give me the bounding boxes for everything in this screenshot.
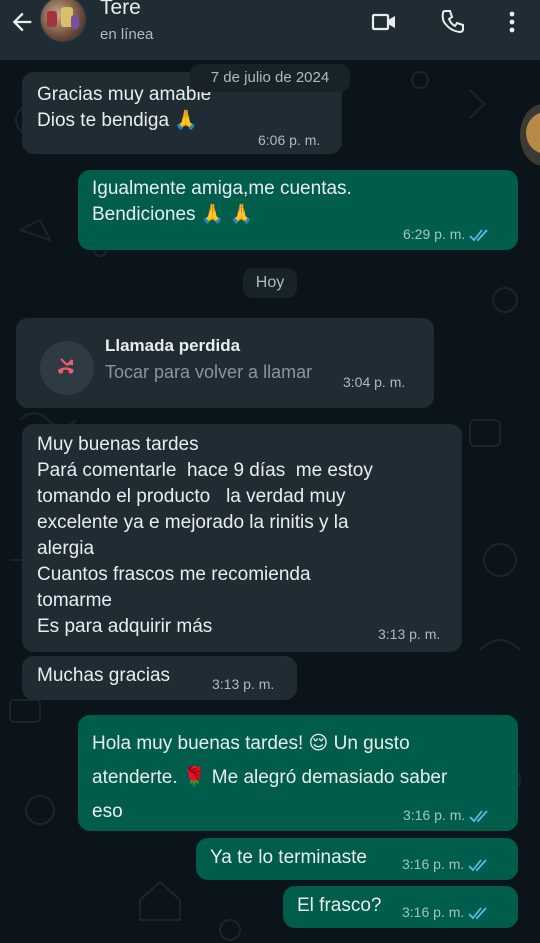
message-time: 6:06 p. m.	[258, 132, 321, 148]
message-text: Ya te lo terminaste	[210, 847, 368, 868]
message-time-with-ticks: 3:16 p. m.	[402, 856, 490, 872]
phone-icon[interactable]	[438, 8, 466, 36]
message-text: Muy buenas tardes Pará comentarle hace 9…	[37, 434, 373, 637]
message-time-with-ticks: 3:16 p. m.	[403, 807, 491, 823]
message-text: Gracias muy amable Dios te bendiga 🙏	[37, 84, 212, 131]
read-ticks-icon	[469, 810, 488, 823]
missed-call-icon-container	[40, 341, 94, 395]
message-time: 3:16 p. m.	[403, 807, 466, 823]
missed-call-title: Llamada perdida	[105, 336, 241, 355]
message-time: 3:13 p. m.	[212, 676, 275, 692]
message-time-with-ticks: 6:29 p. m.	[403, 226, 491, 242]
message-bubble-outgoing[interactable]: El frasco? 3:16 p. m.	[283, 886, 518, 928]
read-ticks-icon	[468, 907, 487, 920]
message-bubble-outgoing[interactable]: Ya te lo terminaste 3:16 p. m.	[196, 838, 518, 880]
message-bubble-outgoing[interactable]: Hola muy buenas tardes! 😌 Un gusto atend…	[78, 715, 518, 831]
message-time-with-ticks: 3:16 p. m.	[402, 904, 490, 920]
contact-status: en línea	[100, 26, 154, 43]
missed-call-subtitle: Tocar para volver a llamar	[105, 362, 313, 382]
message-time: 3:16 p. m.	[402, 904, 465, 920]
chat-header: Tere en línea	[0, 0, 540, 60]
read-ticks-icon	[468, 859, 487, 872]
message-time: 3:13 p. m.	[378, 626, 441, 642]
video-call-icon[interactable]	[370, 8, 398, 36]
message-text: Muchas gracias	[37, 665, 171, 686]
message-time: 3:16 p. m.	[402, 856, 465, 872]
back-arrow-icon[interactable]	[8, 8, 36, 36]
message-time: 3:04 p. m.	[343, 374, 406, 390]
date-chip-today: Hoy	[243, 268, 297, 298]
date-chip: 7 de julio de 2024	[190, 64, 350, 92]
message-text: Hola muy buenas tardes! 😌 Un gusto atend…	[92, 733, 448, 822]
missed-call-icon	[57, 358, 74, 374]
contact-name[interactable]: Tere	[100, 0, 141, 20]
message-time: 6:29 p. m.	[403, 226, 466, 242]
message-text: El frasco?	[297, 895, 382, 916]
message-bubble-incoming[interactable]: Muchas gracias 3:13 p. m.	[22, 656, 297, 700]
avatar[interactable]	[40, 0, 86, 42]
message-bubble-incoming[interactable]: Muy buenas tardes Pará comentarle hace 9…	[22, 424, 462, 652]
message-text: Igualmente amiga,me cuentas. Bendiciones…	[92, 178, 352, 225]
more-options-icon[interactable]	[498, 8, 526, 36]
message-bubble-outgoing[interactable]: Igualmente amiga,me cuentas. Bendiciones…	[78, 170, 518, 250]
read-ticks-icon	[469, 229, 488, 242]
